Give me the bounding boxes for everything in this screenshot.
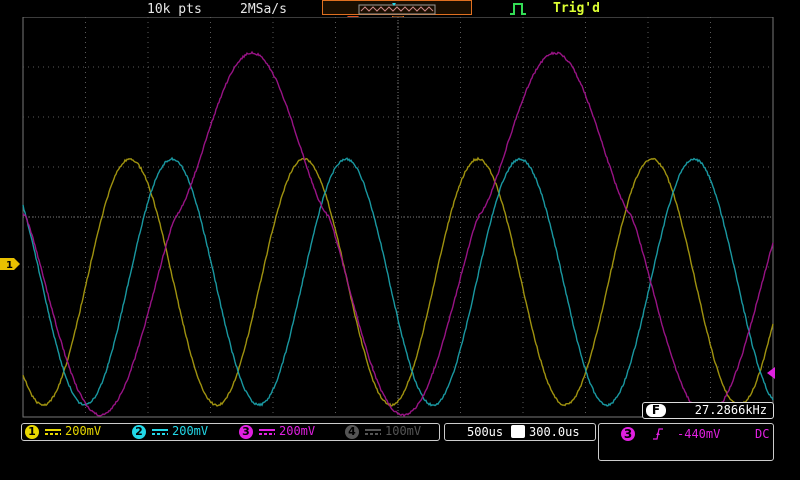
trigger-source: 3 [621, 427, 635, 441]
timebase-scale: 500us [467, 425, 503, 439]
dc-coupling-icon [152, 428, 168, 436]
trigger-status-icon [509, 2, 527, 16]
frequency-counter[interactable]: F 27.2866kHz [642, 402, 774, 419]
rising-edge-icon [653, 427, 663, 444]
sample-rate: 2MSa/s [240, 2, 287, 17]
trigger-box[interactable]: 3 -440mV DC [598, 423, 774, 461]
frequency-value: 27.2866kHz [695, 403, 767, 417]
channel-1-number: 1 [25, 425, 39, 439]
dc-coupling-icon [45, 428, 61, 436]
channel-3-number: 3 [239, 425, 253, 439]
channel-4-scale: 100mV [385, 424, 421, 438]
ch1-marker-label: 1 [6, 260, 13, 270]
dc-coupling-icon [259, 428, 275, 436]
channel-4-number: 4 [345, 425, 359, 439]
dc-coupling-icon [365, 428, 381, 436]
trigger-status: Trig'd [553, 1, 600, 16]
ch1-ground-marker[interactable]: 1 [0, 255, 20, 267]
status-bar: 10k pts 2MSa/s Trig'd [0, 0, 800, 18]
memory-waveform-icon [323, 3, 471, 16]
channel-bar: 1 200mV 2 200mV 3 200mV 4 100mV 500us H 300.… [0, 422, 800, 480]
trigger-level-marker[interactable] [765, 364, 775, 376]
channel-1-scale: 200mV [65, 424, 101, 438]
waveform-display[interactable] [0, 17, 800, 422]
memory-depth: 10k pts [147, 2, 202, 17]
horizontal-offset-icon: H [511, 425, 525, 438]
timebase-box[interactable]: 500us H 300.0us [444, 423, 596, 441]
timebase-offset: 300.0us [529, 425, 580, 439]
ch1-marker-icon: 1 [0, 258, 20, 270]
channel-2-status[interactable]: 2 200mV [132, 424, 208, 439]
channel-4-status[interactable]: 4 100mV [345, 424, 421, 439]
memory-position-bar[interactable] [322, 0, 472, 15]
channel-3-status[interactable]: 3 200mV [239, 424, 315, 439]
frequency-label: F [646, 404, 666, 417]
channel-2-scale: 200mV [172, 424, 208, 438]
channel-3-scale: 200mV [279, 424, 315, 438]
trigger-level: -440mV [677, 427, 720, 441]
channel-2-number: 2 [132, 425, 146, 439]
channel-1-status[interactable]: 1 200mV [25, 424, 101, 439]
trigger-level-icon [765, 367, 775, 379]
trigger-coupling: DC [755, 427, 769, 441]
